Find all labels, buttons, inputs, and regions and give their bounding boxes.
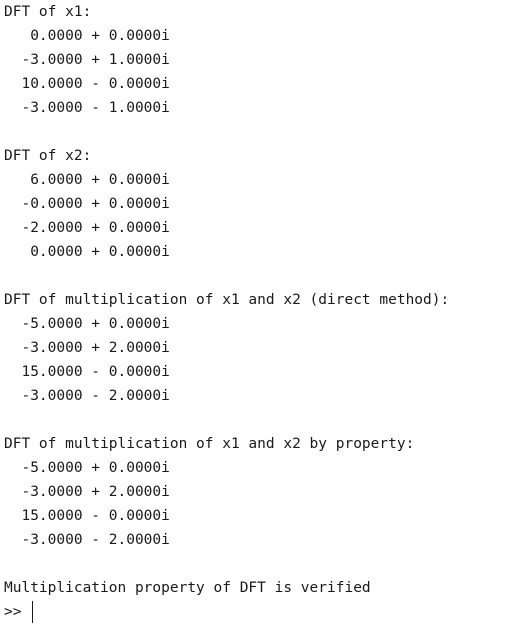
output-value-line: -0.0000 + 0.0000i [4,196,170,212]
output-heading: DFT of x2: [4,148,92,164]
output-heading: DFT of multiplication of x1 and x2 (dire… [4,292,450,308]
output-value-line: 0.0000 + 0.0000i [4,28,170,44]
command-window[interactable]: DFT of x1: 0.0000 + 0.0000i -3.0000 + 1.… [4,0,517,623]
result-message: Multiplication property of DFT is verifi… [4,580,371,596]
output-value-line: 15.0000 - 0.0000i [4,508,170,524]
output-value-line: -3.0000 + 2.0000i [4,484,170,500]
output-value-line: -3.0000 + 1.0000i [4,52,170,68]
output-block-dft-x2: DFT of x2: 6.0000 + 0.0000i -0.0000 + 0.… [4,144,517,264]
output-value-line: 6.0000 + 0.0000i [4,172,170,188]
text-cursor [32,601,34,623]
command-prompt-line[interactable]: >> [4,600,517,624]
output-block-dft-x1: DFT of x1: 0.0000 + 0.0000i -3.0000 + 1.… [4,0,517,120]
output-block-dft-property: DFT of multiplication of x1 and x2 by pr… [4,432,517,552]
output-value-line: -5.0000 + 0.0000i [4,316,170,332]
command-prompt: >> [4,604,31,620]
output-value-line: -3.0000 - 1.0000i [4,100,170,116]
output-heading: DFT of multiplication of x1 and x2 by pr… [4,436,415,452]
output-block-dft-direct: DFT of multiplication of x1 and x2 (dire… [4,288,517,408]
output-value-line: 15.0000 - 0.0000i [4,364,170,380]
output-value-line: -5.0000 + 0.0000i [4,460,170,476]
output-value-line: -2.0000 + 0.0000i [4,220,170,236]
output-value-line: -3.0000 - 2.0000i [4,388,170,404]
output-heading: DFT of x1: [4,4,92,20]
output-value-line: -3.0000 + 2.0000i [4,340,170,356]
output-value-line: 0.0000 + 0.0000i [4,244,170,260]
output-value-line: 10.0000 - 0.0000i [4,76,170,92]
output-value-line: -3.0000 - 2.0000i [4,532,170,548]
